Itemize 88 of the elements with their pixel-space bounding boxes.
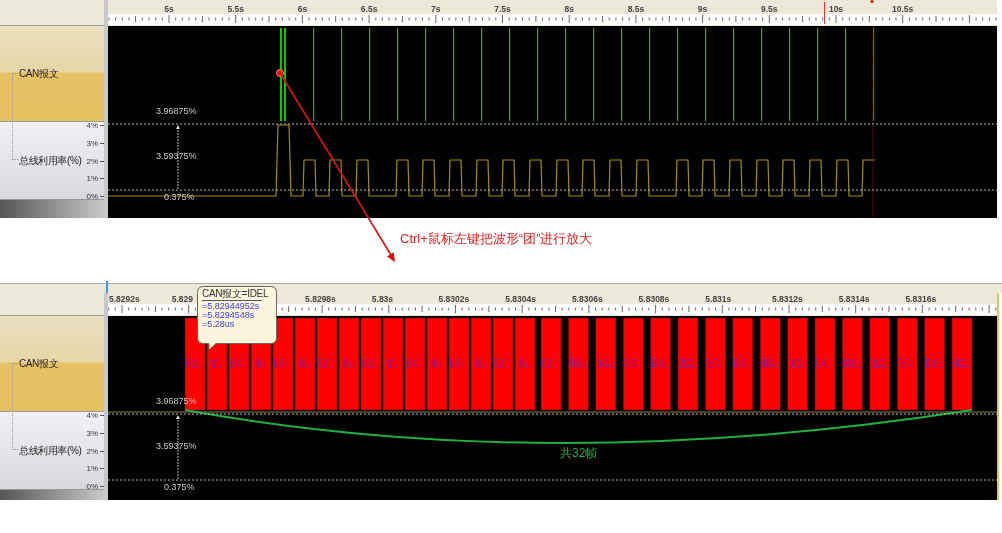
signal-name: CAN报文 (19, 356, 59, 371)
ruler-label: 5.8316s (905, 294, 937, 304)
annotation-text: Ctrl+鼠标左键把波形“团”进行放大 (400, 231, 593, 246)
frame-label: 室... (519, 357, 531, 370)
cursor-marker[interactable] (870, 0, 874, 3)
frame-label: DLC... (361, 357, 381, 370)
tooltip-value: =5.8294548s (202, 311, 256, 320)
frame-label: DLC... (405, 357, 425, 370)
axis-label: 2% (86, 446, 98, 455)
frame-count-label: 共32帧 (560, 446, 598, 460)
measure-label: 3.59375% (156, 441, 197, 451)
signal-row-header[interactable]: CAN报文 (0, 316, 104, 412)
ruler-label: 5.8292s (109, 294, 140, 304)
ruler-label: 5.5s (227, 4, 244, 14)
frame-label: 室... (255, 357, 267, 370)
tooltip-title: CAN报文=IDEL (202, 289, 270, 299)
ruler-label: 7.5s (494, 4, 511, 14)
ruler-label: 5.8306s (571, 294, 603, 304)
frame-label: 室... (211, 357, 223, 370)
ruler-label: 9.5s (761, 4, 778, 14)
ruler-label: 6.5s (360, 4, 378, 14)
ruler-label: 10s (828, 4, 844, 14)
measure-label: 0.375% (164, 192, 195, 202)
signal-name: 总线利用率(%) (19, 153, 82, 168)
frame-label: DLC... (651, 357, 670, 370)
measure-label: 0.375% (164, 482, 195, 492)
frame-label: DLC... (706, 357, 725, 370)
frame-label: DLC... (493, 357, 513, 370)
frame-label: 室... (387, 357, 399, 370)
frame-label: DLC... (761, 357, 780, 370)
frame-label: 室... (475, 357, 487, 370)
ruler-label: 5.8308s (638, 294, 670, 304)
ruler-label: 8.5s (627, 4, 645, 14)
signal-row-header[interactable]: 总线利用率(%) 4% 3% 2% 1% 0% (0, 412, 104, 490)
frame-label: DLC... (870, 357, 889, 370)
ruler-label: 6s (297, 4, 308, 14)
frame-label: DLC... (733, 357, 752, 370)
axis-label: 1% (86, 173, 98, 183)
signal-name: CAN报文 (19, 66, 59, 81)
ruler-label: 5.829 (171, 294, 193, 304)
ruler-label: 5.8314s (838, 294, 870, 304)
ruler-label: 5.8302s (438, 294, 470, 304)
measure-label: 3.96875% (156, 106, 197, 116)
frame-label: DLC... (569, 357, 588, 370)
axis-label: 4% (86, 410, 98, 420)
tooltip-value: =5.82944952s (202, 302, 261, 311)
frame-label: DLC... (273, 357, 293, 370)
frame-label: DLC... (952, 357, 972, 370)
signal-row-header[interactable]: CAN报文 (0, 26, 104, 122)
ruler-label: 5.831s (705, 294, 732, 304)
tooltip-value: =5.28us (202, 320, 236, 329)
frame-label: DLC... (229, 357, 249, 370)
signal-name: 总线利用率(%) (19, 443, 82, 458)
ruler-label: 8s (564, 4, 574, 14)
frame-label: DLC... (898, 357, 917, 370)
ruler-label: 9s (697, 4, 708, 14)
frame-block[interactable] (272, 317, 294, 411)
frame-label: DLC... (541, 357, 561, 370)
frame-label: 室... (431, 357, 443, 370)
frame-label: DLC... (449, 357, 469, 370)
frame-label: DLC... (624, 357, 643, 370)
axis-label: 3% (86, 428, 98, 438)
axis-label: 0% (86, 481, 98, 491)
frame-label: DLC... (185, 357, 205, 370)
ruler-label: 5.83s (371, 294, 394, 304)
frame-label: DLC... (815, 357, 835, 370)
ruler-label: 5.8298s (305, 294, 336, 304)
frame-label: DLC... (678, 357, 698, 370)
ruler-label: 7s (431, 4, 441, 14)
axis-label: 2% (86, 156, 98, 165)
ruler-label: 10.5s (892, 4, 914, 14)
signal-row-header[interactable]: 总线利用率(%) 4% 3% 2% 1% 0% (0, 122, 104, 200)
measure-label: 3.59375% (156, 151, 197, 161)
ruler-label: 5.8312s (772, 294, 803, 304)
frame-label: 室... (343, 357, 355, 370)
cursor-handle-icon[interactable] (106, 281, 108, 293)
frame-label: DLC... (843, 357, 862, 370)
axis-label: 0% (86, 191, 98, 201)
frame-label: DLC... (788, 357, 807, 370)
frame-label: 室... (299, 357, 311, 370)
frame-label: DLC... (317, 357, 337, 370)
axis-label: 4% (86, 120, 98, 130)
frame-label: DLC... (925, 357, 944, 370)
ruler-label: 5s (164, 4, 174, 14)
ruler-label: 5.8304s (505, 294, 536, 304)
axis-label: 1% (86, 463, 98, 473)
axis-label: 3% (86, 138, 98, 148)
frame-label: DLC... (596, 357, 615, 370)
